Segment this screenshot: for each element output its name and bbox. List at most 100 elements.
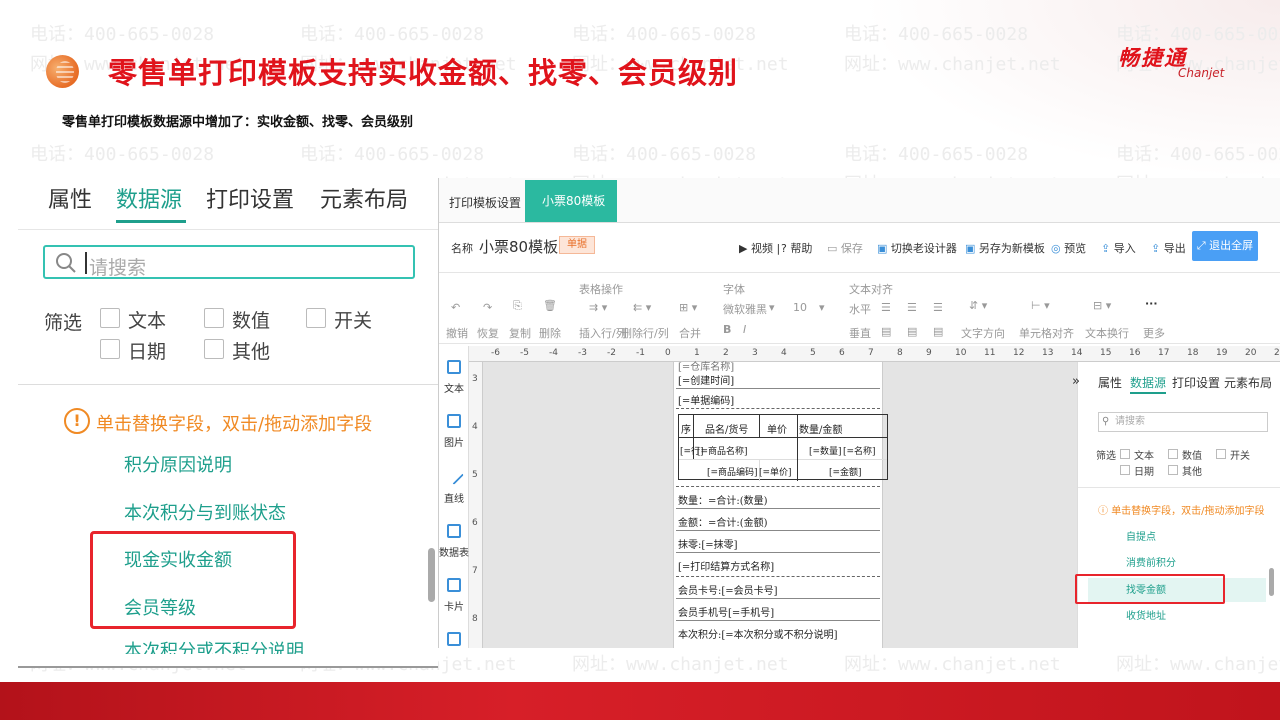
- text-tool-icon[interactable]: [447, 360, 461, 374]
- switch-old-designer-button[interactable]: ▣ 切换老设计器: [877, 240, 957, 256]
- import-button[interactable]: ⇪ 导入: [1101, 240, 1136, 256]
- field-item[interactable]: 本次积分或不积分说明: [124, 640, 304, 654]
- copy-icon[interactable]: ⎘: [513, 299, 522, 313]
- line-tool-icon[interactable]: [444, 465, 464, 485]
- align-center-icon[interactable]: ☰: [907, 301, 917, 314]
- side-filter-switch-label: 开关: [1230, 451, 1250, 462]
- align-left-icon[interactable]: ☰: [881, 301, 891, 314]
- more-dots-icon[interactable]: ···: [1145, 297, 1158, 310]
- paper-line: [676, 552, 880, 553]
- text-wrap-label: 文本换行: [1085, 327, 1129, 340]
- side-tab-properties[interactable]: 属性: [1098, 374, 1122, 391]
- exit-fullscreen-button[interactable]: ⤢ 退出全屏: [1192, 231, 1258, 261]
- side-filter-text-checkbox[interactable]: [1120, 449, 1130, 459]
- field-item[interactable]: 本次积分与到账状态: [124, 499, 286, 525]
- grid-tool-icon[interactable]: [447, 632, 461, 646]
- side-tab-element-layout[interactable]: 元素布局: [1224, 374, 1272, 391]
- side-tab-datasource[interactable]: 数据源: [1130, 374, 1166, 391]
- text-direction-icon[interactable]: ⇵ ▾: [969, 299, 987, 312]
- paper-top-field[interactable]: [=仓库名称]: [678, 358, 734, 373]
- expand-panel-icon[interactable]: »: [1072, 374, 1080, 389]
- align-right-icon[interactable]: ☰: [933, 301, 943, 314]
- ruler-tick-label: 17: [1158, 348, 1170, 358]
- paper-rounding[interactable]: 抹零:[=抹零]: [678, 536, 738, 551]
- search-input[interactable]: 请搜索: [43, 245, 415, 279]
- save-button[interactable]: ▭ 保存: [827, 240, 863, 256]
- font-size-chevron-down-icon[interactable]: ▾: [819, 301, 825, 314]
- valign-top-icon[interactable]: ▤: [881, 325, 891, 338]
- card-tool-icon[interactable]: [447, 578, 461, 592]
- paper-points[interactable]: 本次积分:[=本次积分或不积分说明]: [678, 626, 838, 641]
- watermark-phone: 电话：400-665-0028: [572, 24, 757, 45]
- ruler-tick-label: 3: [752, 348, 758, 358]
- preview-button[interactable]: ◎ 预览: [1051, 240, 1086, 256]
- save-as-new-button[interactable]: ▣ 另存为新模板: [965, 240, 1045, 256]
- paper-member-phone[interactable]: 会员手机号[=手机号]: [678, 604, 774, 619]
- undo-icon[interactable]: ↶: [451, 301, 460, 314]
- video-button[interactable]: ▶ 视频 |: [739, 240, 780, 256]
- copy-label: 复制: [509, 327, 531, 340]
- help-button[interactable]: ? 帮助: [781, 240, 812, 256]
- paper-total-qty[interactable]: 数量：=合计:(数量): [678, 492, 768, 507]
- side-field-item[interactable]: 自提点: [1126, 528, 1156, 543]
- tab-properties[interactable]: 属性: [48, 182, 92, 214]
- design-canvas[interactable]: [=仓库名称] [=创建时间] [=单据编码] 序 品名/货号 单价 数量/金额…: [483, 362, 1077, 648]
- side-filter-number-checkbox[interactable]: [1168, 449, 1178, 459]
- insert-row-icon[interactable]: ⇉ ▾: [589, 301, 607, 314]
- paper-payment-method[interactable]: [=打印结算方式名称]: [678, 558, 774, 573]
- redo-icon[interactable]: ↷: [483, 301, 492, 314]
- side-filter-switch-checkbox[interactable]: [1216, 449, 1226, 459]
- image-tool-icon[interactable]: [447, 414, 461, 428]
- side-tab-print-settings[interactable]: 打印设置: [1172, 374, 1220, 391]
- font-size-select[interactable]: 10: [793, 301, 807, 314]
- filter-other-checkbox[interactable]: [204, 339, 224, 359]
- ruler-tick-label: 12: [1013, 348, 1025, 358]
- paper-line: [676, 620, 880, 621]
- field-item[interactable]: 积分原因说明: [124, 451, 232, 477]
- datatable-tool-icon[interactable]: [447, 524, 461, 538]
- vruler-tick-label: 5: [472, 470, 478, 480]
- tab-datasource[interactable]: 数据源: [116, 182, 182, 214]
- paper-document-code[interactable]: [=单据编码]: [678, 392, 734, 407]
- paper-member-card[interactable]: 会员卡号:[=会员卡号]: [678, 582, 778, 597]
- filter-switch-checkbox[interactable]: [306, 308, 326, 328]
- receipt-paper[interactable]: [=仓库名称] [=创建时间] [=单据编码] 序 品名/货号 单价 数量/金额…: [673, 362, 888, 648]
- italic-button[interactable]: I: [743, 323, 746, 336]
- side-divider: [1078, 487, 1280, 488]
- font-chevron-down-icon[interactable]: ▾: [769, 301, 775, 314]
- side-filter-number-label: 数值: [1182, 451, 1202, 462]
- delete-row-icon[interactable]: ⇇ ▾: [633, 301, 651, 314]
- side-field-item[interactable]: 消费前积分: [1126, 554, 1176, 569]
- side-filter-label: 筛选: [1096, 451, 1116, 462]
- filter-number-checkbox[interactable]: [204, 308, 224, 328]
- ruler-tick-label: -5: [520, 348, 529, 358]
- watermark-url: 网址：www.chanjet.net: [844, 54, 1061, 75]
- paper-created-time[interactable]: [=创建时间]: [678, 372, 734, 387]
- side-filter-other-checkbox[interactable]: [1168, 465, 1178, 475]
- tab-receipt-template[interactable]: 小票80模板 x: [525, 180, 617, 250]
- ruler-tick-label: -3: [578, 348, 587, 358]
- delete-icon[interactable]: 🗑: [543, 299, 557, 312]
- toolbar: ↶ ↷ ⎘ 🗑 表格操作 ⇉ ▾ ⇇ ▾ ⊞ ▾ 字体 微软雅黑 ▾ 10 ▾ …: [439, 272, 1280, 344]
- tab-print-settings[interactable]: 打印设置: [206, 182, 294, 214]
- font-family-select[interactable]: 微软雅黑: [723, 301, 767, 317]
- scrollbar[interactable]: [428, 548, 435, 602]
- text-wrap-icon[interactable]: ⊟ ▾: [1093, 299, 1111, 312]
- bold-button[interactable]: B: [723, 323, 731, 336]
- side-search-input[interactable]: ⚲ 请搜索: [1098, 412, 1268, 432]
- receipt-items-table[interactable]: 序 品名/货号 单价 数量/金额 [=行] [=商品名称] [=数量] [=名称…: [678, 414, 888, 481]
- merge-icon[interactable]: ⊞ ▾: [679, 301, 697, 314]
- tab-print-template-settings[interactable]: 打印模板设置: [449, 194, 521, 211]
- side-field-item[interactable]: 收货地址: [1126, 607, 1166, 622]
- side-scrollbar[interactable]: [1269, 568, 1274, 596]
- cell-align-icon[interactable]: ⊢ ▾: [1031, 299, 1050, 312]
- filter-date-checkbox[interactable]: [100, 339, 120, 359]
- filter-text-checkbox[interactable]: [100, 308, 120, 328]
- table-ops-group: 表格操作: [579, 283, 623, 296]
- valign-middle-icon[interactable]: ▤: [907, 325, 917, 338]
- paper-total-amount[interactable]: 金额：=合计:(金额): [678, 514, 768, 529]
- side-filter-date-checkbox[interactable]: [1120, 465, 1130, 475]
- tab-element-layout[interactable]: 元素布局: [320, 182, 408, 214]
- valign-bottom-icon[interactable]: ▤: [933, 325, 943, 338]
- export-button[interactable]: ⇪ 导出: [1151, 240, 1186, 256]
